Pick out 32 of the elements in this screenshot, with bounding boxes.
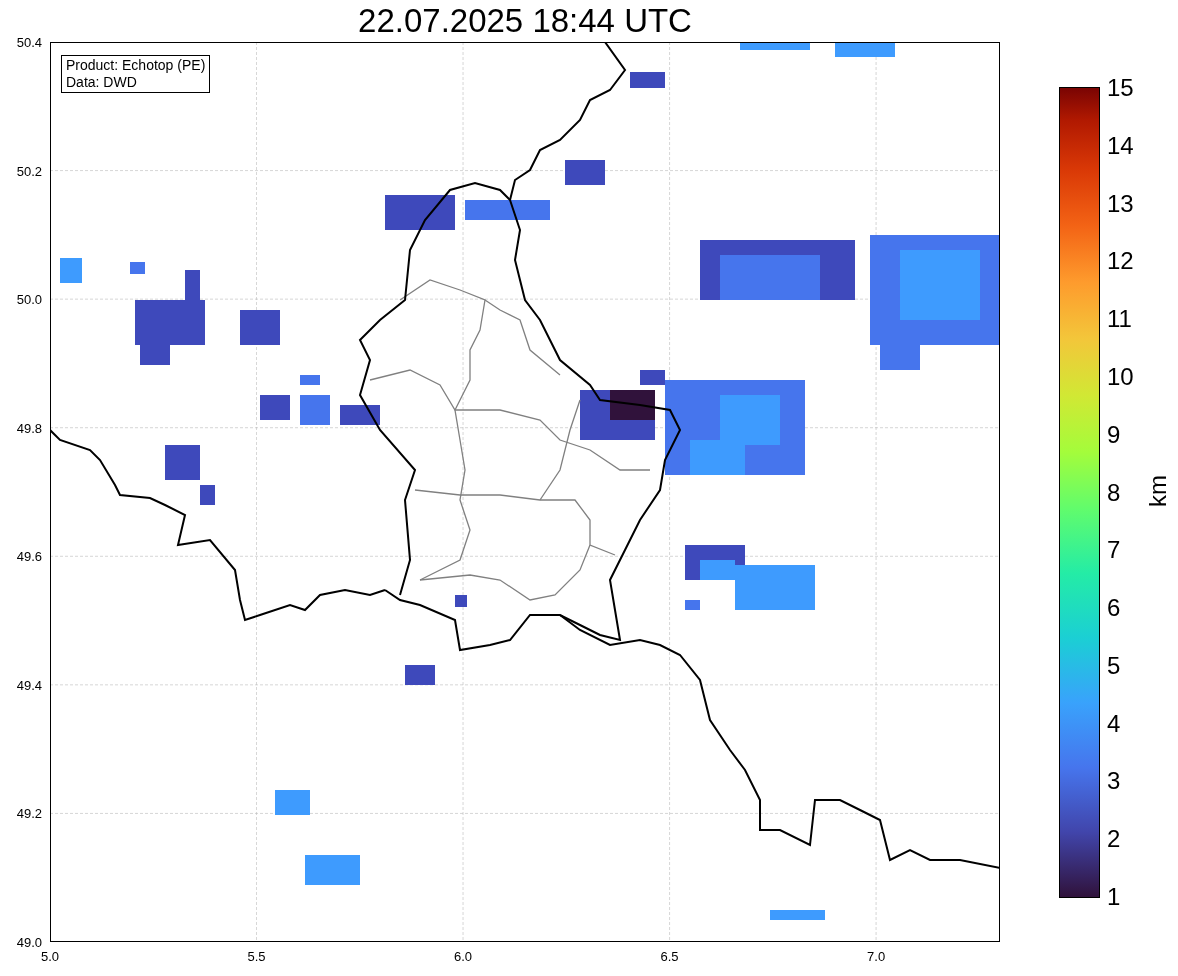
- colorbar-tick-label: 10: [1107, 363, 1134, 390]
- colorbar-tick-label: 14: [1107, 132, 1134, 159]
- colorbar-tick-label: 2: [1107, 826, 1121, 853]
- x-tick-label: 6.5: [660, 949, 679, 964]
- x-tick-label: 6.0: [454, 949, 473, 964]
- y-tick-label: 50.0: [16, 291, 42, 307]
- colorbar-tick-label: 15: [1107, 75, 1134, 101]
- colorbar-tick-label: 9: [1107, 421, 1121, 448]
- colorbar-tick-label: 8: [1107, 479, 1121, 506]
- colorbar-tick-label: 12: [1107, 248, 1134, 275]
- colorbar-tick-label: 1: [1107, 884, 1121, 910]
- colorbar-tick-label: 3: [1107, 768, 1121, 795]
- colorbar-tick-label: 6: [1107, 595, 1121, 622]
- colorbar-tick-label: 13: [1107, 190, 1134, 217]
- y-tick-label: 49.6: [16, 548, 42, 564]
- chart-title: 22.07.2025 18:44 UTC: [358, 1, 692, 41]
- y-tick-label: 49.4: [16, 677, 42, 693]
- colorbar-label: km: [1145, 475, 1171, 507]
- y-tick-label: 49.8: [16, 420, 42, 436]
- colorbar-tick-label: 4: [1107, 710, 1121, 737]
- y-tick-label: 49.0: [16, 934, 42, 950]
- x-tick-label: 5.0: [40, 949, 60, 964]
- x-tick-label: 7.0: [867, 949, 886, 964]
- colorbar-tick-label: 7: [1107, 537, 1121, 564]
- y-tick-label: 49.2: [16, 805, 42, 821]
- colorbar-tick-label: 5: [1107, 652, 1121, 679]
- y-tick-label: 50.2: [16, 163, 42, 179]
- y-tick-label: 50.4: [16, 34, 42, 50]
- legend-text: Product: Echotop (PE): [66, 57, 206, 74]
- legend-text: Data: DWD: [66, 74, 138, 91]
- colorbar-tick-label: 11: [1107, 306, 1132, 333]
- x-tick-label: 5.5: [247, 949, 266, 964]
